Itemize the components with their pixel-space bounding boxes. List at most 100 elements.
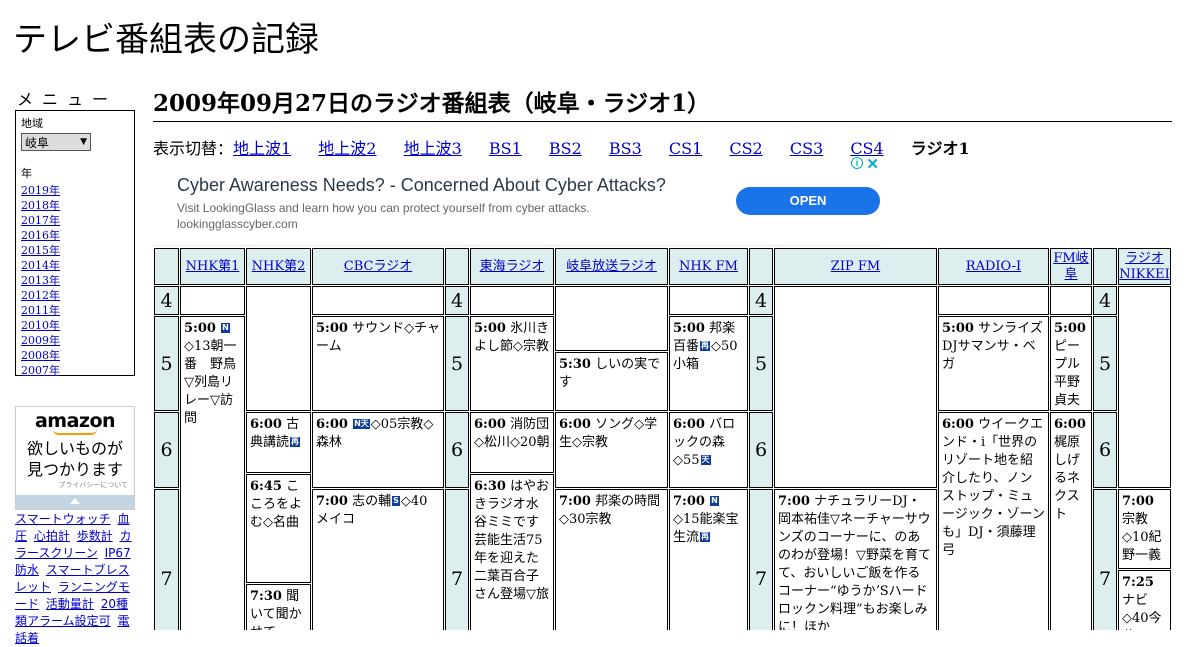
hour-label: 5	[445, 316, 469, 411]
close-icon[interactable]: ✕	[866, 155, 879, 173]
weather-badge-icon: 天	[700, 455, 711, 465]
station-header[interactable]: 岐阜放送ラジオ	[555, 248, 668, 285]
ad-headline[interactable]: Cyber Awareness Needs? - Concerned About…	[177, 175, 666, 196]
ad-open-button[interactable]: OPEN	[736, 187, 880, 215]
program-cell[interactable]: 5:00 サンライズDJサマンサ・ベガ	[938, 316, 1049, 411]
program-cell[interactable]: 7:00 邦楽の時間◇30宗教	[555, 489, 668, 630]
program-empty	[938, 286, 1049, 315]
year-link-2014[interactable]: 2014年	[21, 259, 60, 272]
hour-label: 4	[1093, 286, 1117, 315]
year-link-2015[interactable]: 2015年	[21, 244, 60, 257]
rerun-badge-icon: 再	[700, 341, 711, 351]
program-empty	[669, 286, 748, 315]
program-empty	[555, 286, 668, 351]
year-link-2010[interactable]: 2010年	[21, 319, 60, 332]
hour-header-blank	[445, 248, 469, 285]
chevron-down-icon: ▼	[80, 137, 87, 147]
keyword-link[interactable]: 心拍計	[34, 529, 70, 543]
amazon-expand-bar[interactable]	[16, 495, 134, 509]
program-cell[interactable]: 7:00 N◇15能楽宝生流再	[669, 489, 748, 630]
year-link-2008[interactable]: 2008年	[21, 349, 60, 362]
year-link-2011[interactable]: 2011年	[21, 304, 60, 317]
year-link-2016[interactable]: 2016年	[21, 229, 60, 242]
program-cell[interactable]: 6:00 N天 ◇05宗教◇森林	[312, 412, 444, 488]
program-cell[interactable]: 6:30 はやおきラジオ水谷ミミです 芸能生活75年を迎えた二葉百合子さん登場▽…	[470, 474, 554, 630]
year-list: 2019年 2018年 2017年 2016年 2015年 2014年 2013…	[21, 183, 129, 378]
hour-label: 4	[749, 286, 773, 315]
hour-label: 4	[154, 286, 179, 315]
keyword-link[interactable]: スマートウォッチ	[15, 512, 111, 526]
stereo-badge-icon: S	[392, 496, 400, 506]
program-empty	[1050, 286, 1092, 315]
region-select-value: 岐阜	[25, 135, 50, 150]
amazon-ad[interactable]: amazon 欲しいものが 見つかります プライバシーについて	[15, 406, 135, 510]
program-cell[interactable]: 6:45 こころをよむ◇名曲	[246, 474, 311, 583]
hour-label: 5	[1093, 316, 1117, 411]
program-cell[interactable]: 6:00 ソング◇学生◇宗教	[555, 412, 668, 488]
program-cell[interactable]: 5:00 N◇13朝一番 野鳥▽列島リレー▽訪問	[180, 316, 245, 630]
program-cell[interactable]: 6:00 消防団◇松川◇20朝	[470, 412, 554, 473]
year-link-2017[interactable]: 2017年	[21, 214, 60, 227]
station-header[interactable]: ラジオNIKKEI	[1118, 248, 1171, 285]
program-cell[interactable]: 5:00 サウンド◇チャーム	[312, 316, 444, 411]
program-cell[interactable]: 7:25 ナビ◇40今分	[1118, 570, 1171, 630]
station-header[interactable]: CBCラジオ	[312, 248, 444, 285]
program-cell[interactable]: 5:00 ピープル平野貞夫	[1050, 316, 1092, 411]
year-link-2013[interactable]: 2013年	[21, 274, 60, 287]
station-header[interactable]: NHK FM	[669, 248, 748, 285]
station-header[interactable]: ZIP FM	[774, 248, 937, 285]
program-cell[interactable]: 6:00 梶原しげるネクスト	[1050, 412, 1092, 630]
station-header[interactable]: NHK第1	[180, 248, 245, 285]
year-link-2019[interactable]: 2019年	[21, 184, 60, 197]
chevron-up-icon	[70, 498, 80, 504]
program-cell[interactable]: 6:00 ウイークエンド・i「世界のリゾート地を紹介したり、ノンストップ・ミュー…	[938, 412, 1049, 630]
program-cell[interactable]: 7:00 ナチュラリーDJ・岡本祐佳▽ネーチャーサウンズのコーナーに、のあのわが…	[774, 489, 937, 630]
station-header[interactable]: 東海ラジオ	[470, 248, 554, 285]
program-cell[interactable]: 6:00 バロックの森◇55 天	[669, 412, 748, 488]
program-empty	[470, 286, 554, 315]
year-label: 年	[21, 167, 32, 180]
program-empty	[180, 286, 245, 315]
hour-label: 6	[154, 412, 179, 488]
hour-header-blank	[1093, 248, 1117, 285]
station-header[interactable]: NHK第2	[246, 248, 311, 285]
hour-label: 6	[445, 412, 469, 488]
year-link-2018[interactable]: 2018年	[21, 199, 60, 212]
hour-header-blank	[154, 248, 179, 285]
program-cell[interactable]: 7:00 宗教◇10紀野一義再	[1118, 489, 1171, 569]
program-cell[interactable]: 7:30 聞いて聞かせて	[246, 584, 311, 630]
program-empty	[246, 286, 311, 411]
region-select[interactable]: 岐阜 ▼	[21, 133, 91, 151]
rerun-badge-icon: 再	[290, 437, 301, 447]
hour-label: 6	[749, 412, 773, 488]
year-link-2007[interactable]: 2007年	[21, 364, 60, 377]
station-header[interactable]: FM岐阜	[1050, 248, 1092, 285]
amazon-logo: amazon	[34, 410, 116, 432]
year-link-2012[interactable]: 2012年	[21, 289, 60, 302]
program-grid: NHK第1 NHK第2 CBCラジオ 東海ラジオ 岐阜放送ラジオ NHK FM …	[153, 247, 1172, 630]
program-empty	[1118, 286, 1171, 488]
banner-ad[interactable]: i ✕ Cyber Awareness Needs? - Concerned A…	[153, 156, 881, 246]
year-link-2009[interactable]: 2009年	[21, 334, 60, 347]
news-badge-icon: N	[221, 323, 230, 333]
menu-heading: メニュー	[17, 90, 118, 109]
hour-label: 7	[749, 489, 773, 630]
hour-label: 7	[1093, 489, 1117, 630]
program-cell[interactable]: 5:00 氷川きよし節◇宗教	[470, 316, 554, 411]
program-cell[interactable]: 5:30 しいの実です	[555, 352, 668, 411]
keyword-link[interactable]: 活動量計	[46, 597, 94, 611]
menu-box: 地域 岐阜 ▼ 年 2019年 2018年 2017年 2016年 2015年 …	[15, 110, 135, 378]
program-cell[interactable]: 7:00 志の輔 S ◇40メイコ	[312, 489, 444, 630]
rerun-badge-icon: 再	[700, 532, 711, 542]
keyword-link[interactable]: 歩数計	[77, 529, 113, 543]
program-empty	[312, 286, 444, 315]
info-icon[interactable]: i	[851, 157, 863, 169]
site-title: テレビ番組表の記録	[13, 20, 319, 60]
program-cell[interactable]: 6:00 古典講読再	[246, 412, 311, 473]
program-cell[interactable]: 5:00 邦楽百番再 ◇50小箱	[669, 316, 748, 411]
station-header[interactable]: RADIO-I	[938, 248, 1049, 285]
amazon-keyword-links: スマートウォッチ 血圧 心拍計 歩数計 カラースクリーン IP67防水 スマート…	[15, 511, 135, 647]
amazon-privacy-link[interactable]: プライバシーについて	[16, 480, 134, 490]
ad-description: Visit LookingGlass and learn how you can…	[177, 201, 590, 215]
rerun-badge-icon: 再	[1123, 568, 1133, 569]
